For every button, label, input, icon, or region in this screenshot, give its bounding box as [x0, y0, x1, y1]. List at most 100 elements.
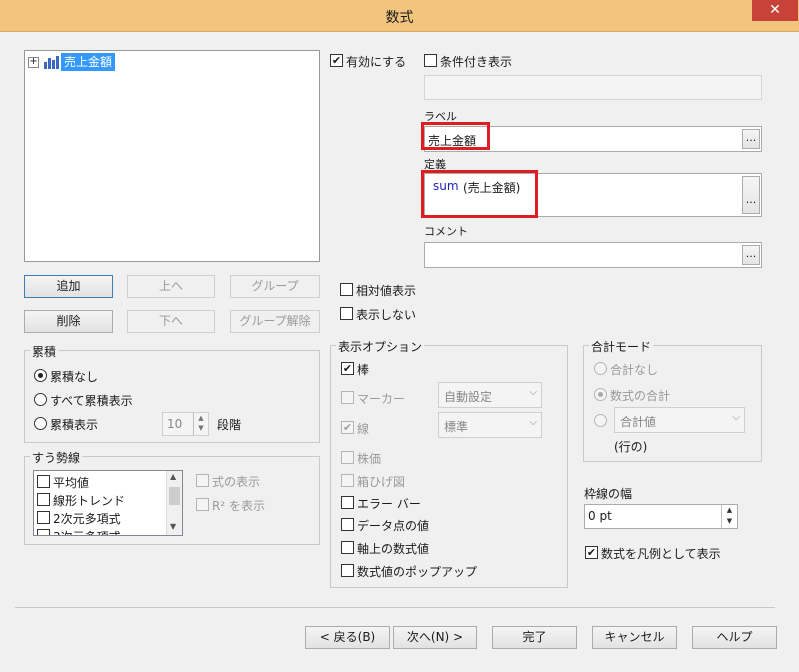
move-down-button[interactable]: 下へ [127, 310, 215, 333]
axis-formula-checkbox[interactable] [341, 541, 354, 554]
bar-label: 棒 [357, 363, 370, 377]
stock-label: 株価 [357, 452, 382, 466]
label-browse-button[interactable]: ... [742, 129, 760, 149]
definition-browse-button[interactable]: ... [742, 176, 760, 214]
axis-formula-label: 軸上の数式値 [357, 542, 430, 556]
close-button[interactable]: ✕ [752, 0, 798, 21]
line-combo-value: 標準 [444, 420, 469, 434]
steps-spinner[interactable]: 10 ▲ ▼ [162, 412, 209, 436]
trendline-checkbox[interactable] [37, 529, 50, 535]
cancel-button[interactable]: キャンセル [592, 626, 677, 649]
window-title: 数式 [385, 10, 414, 26]
footer-separator [15, 607, 775, 608]
group-button[interactable]: グループ [230, 275, 320, 298]
enable-label: 有効にする [346, 55, 407, 69]
total-none-label: 合計なし [610, 363, 659, 377]
error-bar-label: エラー バー [357, 497, 421, 511]
no-cumulative-radio[interactable] [34, 369, 47, 382]
bar-chart-icon [43, 55, 59, 69]
hide-checkbox[interactable] [340, 307, 353, 320]
formula-sum-label: 数式の合計 [610, 389, 671, 403]
enable-checkbox[interactable]: ✔ [330, 54, 343, 67]
chevron-down-icon: ⌵ [529, 417, 537, 428]
relative-display-checkbox[interactable] [340, 283, 353, 296]
data-point-values-label: データ点の値 [357, 519, 430, 533]
trendline-list[interactable]: 平均値 線形トレンド 2次元多項式 3次元多項式 ▲ ▼ [33, 470, 183, 536]
comment-browse-button[interactable]: ... [742, 245, 760, 265]
total-value-radio[interactable] [594, 414, 607, 427]
steps-value: 10 [167, 417, 183, 431]
ungroup-button[interactable]: グループ解除 [230, 310, 320, 333]
trendline-item[interactable]: 2次元多項式 [53, 510, 121, 527]
condition-field[interactable] [424, 75, 762, 100]
steps-label: 段階 [217, 418, 242, 432]
error-bar-checkbox[interactable] [341, 496, 354, 509]
show-in-legend-label: 数式を凡例として表示 [601, 547, 721, 561]
all-cumulative-radio[interactable] [34, 393, 47, 406]
line-checkbox[interactable]: ✔ [341, 421, 354, 434]
cumulative-display-radio[interactable] [34, 417, 47, 430]
data-point-values-checkbox[interactable] [341, 518, 354, 531]
marker-combo-value: 自動設定 [444, 390, 493, 404]
back-button[interactable]: < 戻る(B) [305, 626, 390, 649]
cumulative-display-label: 累積表示 [50, 418, 99, 432]
border-width-value: 0 pt [588, 509, 612, 523]
border-width-title: 枠線の幅 [584, 487, 633, 501]
boxplot-label: 箱ひげ図 [357, 475, 406, 489]
show-r2-checkbox[interactable] [196, 498, 209, 511]
chevron-down-icon: ⌵ [529, 387, 537, 398]
comment-field[interactable] [424, 242, 762, 268]
total-value-combo[interactable]: 合計値 ⌵ [614, 407, 745, 433]
total-value-combo-value: 合計値 [620, 415, 657, 429]
no-cumulative-label: 累積なし [50, 370, 99, 384]
marker-combo[interactable]: 自動設定 ⌵ [438, 382, 542, 408]
conditional-display-checkbox[interactable] [424, 54, 437, 67]
formula-sum-radio[interactable] [594, 388, 607, 401]
finish-button[interactable]: 完了 [492, 626, 577, 649]
all-cumulative-label: すべて累積表示 [50, 394, 133, 408]
formula-popup-checkbox[interactable] [341, 564, 354, 577]
show-in-legend-checkbox[interactable]: ✔ [585, 546, 598, 559]
row-label: (行の) [614, 440, 648, 454]
trendline-checkbox[interactable] [37, 493, 50, 506]
border-width-spin-arrows[interactable]: ▲ ▼ [721, 505, 737, 528]
conditional-display-label: 条件付き表示 [440, 55, 513, 69]
steps-spin-arrows[interactable]: ▲ ▼ [193, 413, 208, 435]
label-highlight-box [421, 122, 490, 150]
relative-display-label: 相対値表示 [356, 284, 417, 298]
line-combo[interactable]: 標準 ⌵ [438, 412, 542, 438]
add-button[interactable]: 追加 [24, 275, 113, 298]
move-up-button[interactable]: 上へ [127, 275, 215, 298]
display-options-title: 表示オプション [336, 338, 425, 355]
formula-popup-label: 数式値のポップアップ [357, 565, 478, 579]
tree-item-sales[interactable]: 売上金額 [61, 53, 116, 71]
definition-highlight-box [421, 170, 538, 218]
delete-button[interactable]: 削除 [24, 310, 113, 333]
trendline-group-title: すう勢線 [30, 449, 83, 466]
stock-checkbox[interactable] [341, 451, 354, 464]
line-label: 線 [357, 422, 370, 436]
total-none-radio[interactable] [594, 362, 607, 375]
scroll-down-icon[interactable]: ▼ [170, 522, 176, 531]
trendline-checkbox[interactable] [37, 475, 50, 488]
formula-tree[interactable] [24, 50, 320, 262]
show-formula-checkbox[interactable] [196, 474, 209, 487]
show-formula-label: 式の表示 [212, 475, 261, 489]
expand-icon[interactable]: + [28, 57, 39, 68]
marker-checkbox[interactable] [341, 391, 354, 404]
scroll-thumb[interactable] [169, 487, 180, 505]
show-r2-label: R² を表示 [212, 499, 265, 513]
next-button[interactable]: 次へ(N) > [393, 626, 477, 649]
bar-checkbox[interactable]: ✔ [341, 362, 354, 375]
help-button[interactable]: ヘルプ [692, 626, 777, 649]
boxplot-checkbox[interactable] [341, 474, 354, 487]
border-width-spinner[interactable]: 0 pt ▲ ▼ [584, 504, 738, 529]
trendline-checkbox[interactable] [37, 511, 50, 524]
trendline-item[interactable]: 線形トレンド [53, 492, 125, 509]
total-mode-title: 合計モード [589, 338, 654, 355]
trendline-item[interactable]: 平均値 [53, 474, 89, 491]
trendline-scrollbar[interactable]: ▲ ▼ [166, 471, 182, 535]
cumulative-group-title: 累積 [30, 343, 59, 360]
scroll-up-icon[interactable]: ▲ [170, 472, 176, 481]
trendline-item[interactable]: 3次元多項式 [53, 528, 121, 535]
